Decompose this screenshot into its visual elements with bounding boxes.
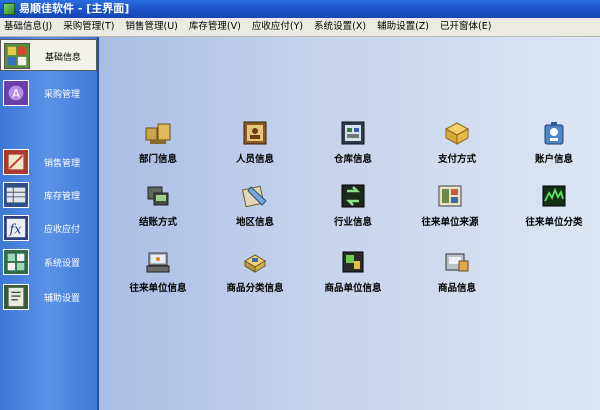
menu-receivable-payable[interactable]: 应收应付(Y) bbox=[248, 18, 307, 36]
settlement-icon bbox=[147, 186, 169, 206]
tile-label: 商品分类信息 bbox=[226, 283, 284, 294]
sidebar-item-system-settings[interactable]: 系统设置 bbox=[0, 246, 97, 278]
svg-text:A: A bbox=[12, 88, 20, 101]
department-icon bbox=[145, 123, 171, 144]
tile-partner-info[interactable]: 往来单位信息 bbox=[112, 249, 204, 294]
tile-label: 人员信息 bbox=[235, 154, 274, 165]
tile-product-info[interactable]: 商品信息 bbox=[411, 249, 503, 294]
partner-category-icon bbox=[542, 185, 566, 207]
payment-icon bbox=[444, 122, 470, 145]
window-title: 易顺佳软件 - [主界面] bbox=[19, 2, 130, 15]
tile-partner-category[interactable]: 往来单位分类 bbox=[508, 183, 600, 228]
region-icon bbox=[241, 185, 267, 208]
tile-department-info[interactable]: 部门信息 bbox=[112, 120, 204, 165]
tile-partner-source[interactable]: 往来单位来源 bbox=[404, 183, 496, 228]
auxiliary-icon bbox=[3, 284, 29, 310]
tile-label: 支付方式 bbox=[437, 154, 476, 165]
settings-icon bbox=[3, 249, 29, 275]
menu-sales[interactable]: 销售管理(U) bbox=[122, 18, 182, 36]
tile-label: 往来单位分类 bbox=[525, 217, 583, 228]
industry-icon bbox=[341, 184, 365, 208]
menu-auxiliary-settings[interactable]: 辅助设置(Z) bbox=[373, 18, 433, 36]
tile-personnel-info[interactable]: 人员信息 bbox=[209, 120, 301, 165]
sidebar-item-label: 采购管理 bbox=[44, 90, 81, 100]
svg-text:fx: fx bbox=[9, 223, 23, 238]
menu-system-settings[interactable]: 系统设置(X) bbox=[310, 18, 370, 36]
tile-label: 行业信息 bbox=[333, 217, 372, 228]
sales-icon bbox=[3, 149, 29, 175]
tile-payment-method[interactable]: 支付方式 bbox=[411, 120, 503, 165]
tile-label: 商品单位信息 bbox=[324, 283, 382, 294]
warehouse-icon bbox=[341, 121, 365, 145]
formula-icon: fx bbox=[3, 215, 29, 241]
tile-product-category[interactable]: 商品分类信息 bbox=[209, 249, 301, 294]
sidebar-item-purchase[interactable]: A 采购管理 bbox=[0, 77, 97, 109]
tile-label: 往来单位来源 bbox=[421, 217, 479, 228]
menu-inventory[interactable]: 库存管理(V) bbox=[185, 18, 245, 36]
sidebar-item-label: 基础信息 bbox=[45, 53, 82, 63]
tile-region-info[interactable]: 地区信息 bbox=[209, 183, 301, 228]
tile-label: 仓库信息 bbox=[333, 154, 372, 165]
tile-settlement-method[interactable]: 结账方式 bbox=[112, 183, 204, 228]
puzzle-icon bbox=[4, 43, 30, 69]
tile-label: 商品信息 bbox=[437, 283, 476, 294]
tile-label: 往来单位信息 bbox=[129, 283, 187, 294]
purchase-icon: A bbox=[3, 80, 29, 106]
tile-warehouse-info[interactable]: 仓库信息 bbox=[307, 120, 399, 165]
partner-source-icon bbox=[438, 185, 462, 207]
tile-account-info[interactable]: 账户信息 bbox=[508, 120, 600, 165]
product-unit-icon bbox=[342, 251, 364, 273]
sidebar-item-label: 辅助设置 bbox=[44, 294, 81, 304]
menu-purchase[interactable]: 采购管理(T) bbox=[59, 18, 118, 36]
tile-industry-info[interactable]: 行业信息 bbox=[307, 183, 399, 228]
inventory-icon bbox=[3, 182, 29, 208]
personnel-icon bbox=[243, 121, 267, 145]
sidebar-item-label: 系统设置 bbox=[44, 259, 81, 269]
title-bar: 易顺佳软件 - [主界面] bbox=[0, 0, 600, 18]
sidebar-item-label: 库存管理 bbox=[44, 192, 81, 202]
sidebar-item-label: 应收应付 bbox=[44, 225, 81, 235]
menu-basic-info[interactable]: 基础信息(J) bbox=[0, 18, 56, 36]
app-icon bbox=[3, 3, 15, 15]
tile-label: 地区信息 bbox=[235, 217, 274, 228]
tile-label: 结账方式 bbox=[138, 217, 177, 228]
menu-open-windows[interactable]: 已开窗体(E) bbox=[436, 18, 495, 36]
tile-product-unit[interactable]: 商品单位信息 bbox=[307, 249, 399, 294]
product-category-icon bbox=[244, 254, 266, 273]
product-info-icon bbox=[445, 253, 469, 272]
sidebar-item-label: 销售管理 bbox=[44, 159, 81, 169]
main-panel: 部门信息 人员信息 仓库信息 支付方式 账户信息 结账方式 地区信息 行业信息 … bbox=[99, 37, 600, 410]
sidebar: 基础信息 A 采购管理 销售管理 库存管理 fx 应收应付 系统设置 辅助设置 bbox=[0, 37, 99, 410]
sidebar-item-basic-info[interactable]: 基础信息 bbox=[0, 39, 97, 71]
partner-info-icon bbox=[146, 252, 170, 273]
sidebar-item-receivable-payable[interactable]: fx 应收应付 bbox=[0, 212, 97, 244]
tile-label: 账户信息 bbox=[534, 154, 573, 165]
account-icon bbox=[544, 122, 564, 145]
menu-bar: 基础信息(J) 采购管理(T) 销售管理(U) 库存管理(V) 应收应付(Y) … bbox=[0, 18, 600, 37]
sidebar-item-sales[interactable]: 销售管理 bbox=[0, 146, 97, 178]
tile-label: 部门信息 bbox=[138, 154, 177, 165]
sidebar-item-auxiliary-settings[interactable]: 辅助设置 bbox=[0, 281, 97, 313]
sidebar-item-inventory[interactable]: 库存管理 bbox=[0, 179, 97, 211]
